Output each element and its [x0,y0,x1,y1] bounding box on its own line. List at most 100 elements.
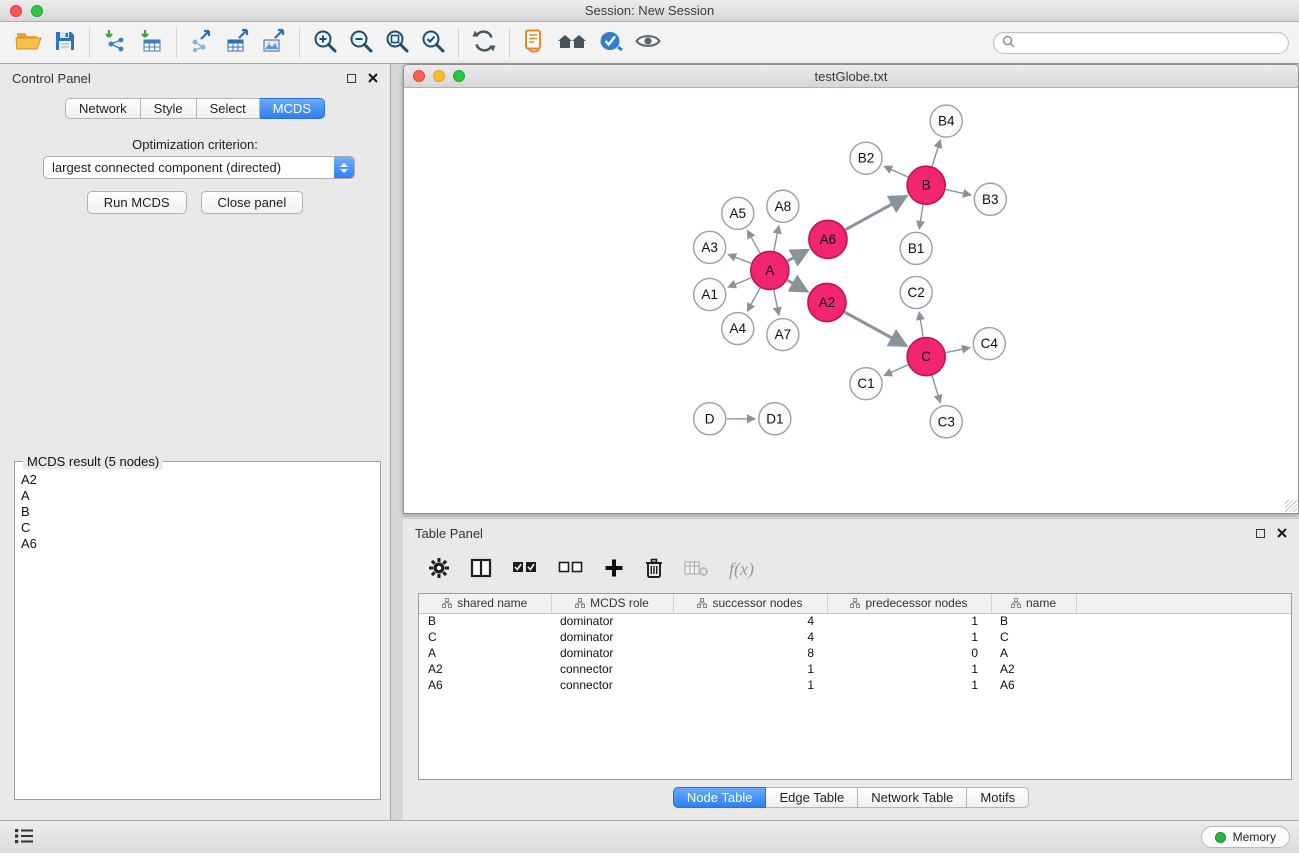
export-image-button[interactable] [256,26,292,60]
table-cell[interactable]: A6 [991,677,1076,693]
memory-button[interactable]: Memory [1201,826,1290,848]
deselect-all-button[interactable] [558,558,584,581]
table-cell[interactable]: 1 [827,661,991,677]
tab-style[interactable]: Style [141,98,197,119]
export-table-button[interactable] [220,26,256,60]
table-cell[interactable]: dominator [551,645,673,661]
column-header-shared-name[interactable]: shared name [419,594,551,613]
optimization-dropdown[interactable]: largest connected component (directed) [43,156,355,179]
table-cell[interactable]: 1 [673,677,827,693]
network-node-A5[interactable]: A5 [722,197,754,229]
table-row[interactable]: Bdominator41B [419,613,1291,629]
float-table-panel-icon[interactable] [1256,529,1265,538]
network-edge-A2-C[interactable] [845,312,906,345]
eye-button[interactable] [629,26,667,60]
table-cell[interactable]: B [991,613,1076,629]
network-node-A2[interactable]: A2 [808,283,846,321]
network-node-C3[interactable]: C3 [930,406,962,438]
table-cell[interactable]: A [991,645,1076,661]
orange-document-button[interactable] [517,26,551,60]
network-canvas[interactable]: B4B2BB3A8A5A6A3B1AC2A1A2A4A7C4CC1DD1C3 [404,88,1298,513]
network-edge-A-A4[interactable] [747,288,760,311]
table-row[interactable]: A2connector11A2 [419,661,1291,677]
column-header-MCDS-role[interactable]: MCDS role [551,594,673,613]
network-node-B2[interactable]: B2 [850,142,882,174]
network-edge-A6-B[interactable] [846,196,906,229]
table-cell[interactable]: 0 [827,645,991,661]
table-settings-button[interactable] [428,557,450,582]
tab-edge-table[interactable]: Edge Table [766,787,858,808]
network-edge-A-A1[interactable] [728,278,751,287]
network-edge-A-A5[interactable] [748,231,760,253]
table-cell[interactable]: 8 [673,645,827,661]
column-header-successor-nodes[interactable]: successor nodes [673,594,827,613]
add-column-button[interactable] [604,558,624,581]
table-cell[interactable]: A [419,645,551,661]
table-cell[interactable]: dominator [551,629,673,645]
function-builder-button[interactable]: f(x) [729,559,754,580]
mcds-result-item[interactable]: C [21,520,374,536]
network-node-A7[interactable]: A7 [767,319,799,351]
mcds-result-item[interactable]: A6 [21,536,374,552]
table-row[interactable]: Cdominator41C [419,629,1291,645]
network-node-C4[interactable]: C4 [973,328,1005,360]
network-edge-C-C2[interactable] [919,312,923,337]
network-node-A1[interactable]: A1 [694,278,726,310]
zoom-window-button[interactable] [31,5,43,17]
save-session-button[interactable] [48,26,82,60]
close-window-button[interactable] [10,5,22,17]
network-node-A3[interactable]: A3 [694,231,726,263]
tab-mcds[interactable]: MCDS [260,98,325,119]
zoom-fit-button[interactable] [379,26,415,60]
network-node-C[interactable]: C [907,338,945,376]
network-close-button[interactable] [413,70,425,82]
table-row[interactable]: A6connector11A6 [419,677,1291,693]
network-node-D1[interactable]: D1 [759,403,791,435]
network-edge-B-B3[interactable] [946,190,971,195]
delete-column-button[interactable] [644,557,664,582]
export-network-button[interactable] [184,26,220,60]
table-cell[interactable]: connector [551,661,673,677]
network-node-B[interactable]: B [907,166,945,204]
table-cell[interactable]: 1 [827,629,991,645]
network-node-D[interactable]: D [694,403,726,435]
zoom-out-button[interactable] [343,26,379,60]
table-cell[interactable]: 1 [827,677,991,693]
column-header-name[interactable]: name [991,594,1076,613]
tab-motifs[interactable]: Motifs [967,787,1029,808]
open-session-button[interactable] [10,26,48,60]
network-node-B4[interactable]: B4 [930,105,962,137]
mcds-result-item[interactable]: B [21,504,374,520]
network-edge-A-A8[interactable] [774,226,779,251]
run-mcds-button[interactable]: Run MCDS [87,191,187,214]
mcds-result-item[interactable]: A [21,488,374,504]
float-panel-icon[interactable] [347,74,356,83]
network-node-C2[interactable]: C2 [900,276,932,308]
close-panel-icon[interactable] [368,71,378,86]
zoom-selected-button[interactable] [415,26,451,60]
network-node-A4[interactable]: A4 [722,313,754,345]
column-header-predecessor-nodes[interactable]: predecessor nodes [827,594,991,613]
network-edge-C-C1[interactable] [884,365,908,376]
table-cell[interactable]: connector [551,677,673,693]
table-cell[interactable]: A2 [419,661,551,677]
table-cell[interactable]: dominator [551,613,673,629]
network-edge-A-A6[interactable] [787,250,807,261]
mcds-result-item[interactable]: A2 [21,472,374,488]
network-edge-C-C4[interactable] [946,348,970,353]
network-node-B3[interactable]: B3 [974,183,1006,215]
network-edge-B-B4[interactable] [932,140,940,166]
show-columns-button[interactable] [470,557,492,582]
network-edge-A-A3[interactable] [728,255,751,264]
table-cell[interactable]: 4 [673,629,827,645]
table-cell[interactable]: A6 [419,677,551,693]
search-input[interactable] [1020,36,1280,50]
select-all-button[interactable] [512,558,538,581]
task-history-button[interactable] [9,825,39,849]
network-node-C1[interactable]: C1 [850,368,882,400]
table-cell[interactable]: C [991,629,1076,645]
network-zoom-button[interactable] [453,70,465,82]
table-cell[interactable]: 1 [827,613,991,629]
double-home-button[interactable] [551,26,593,60]
network-edge-B-B2[interactable] [884,166,908,177]
